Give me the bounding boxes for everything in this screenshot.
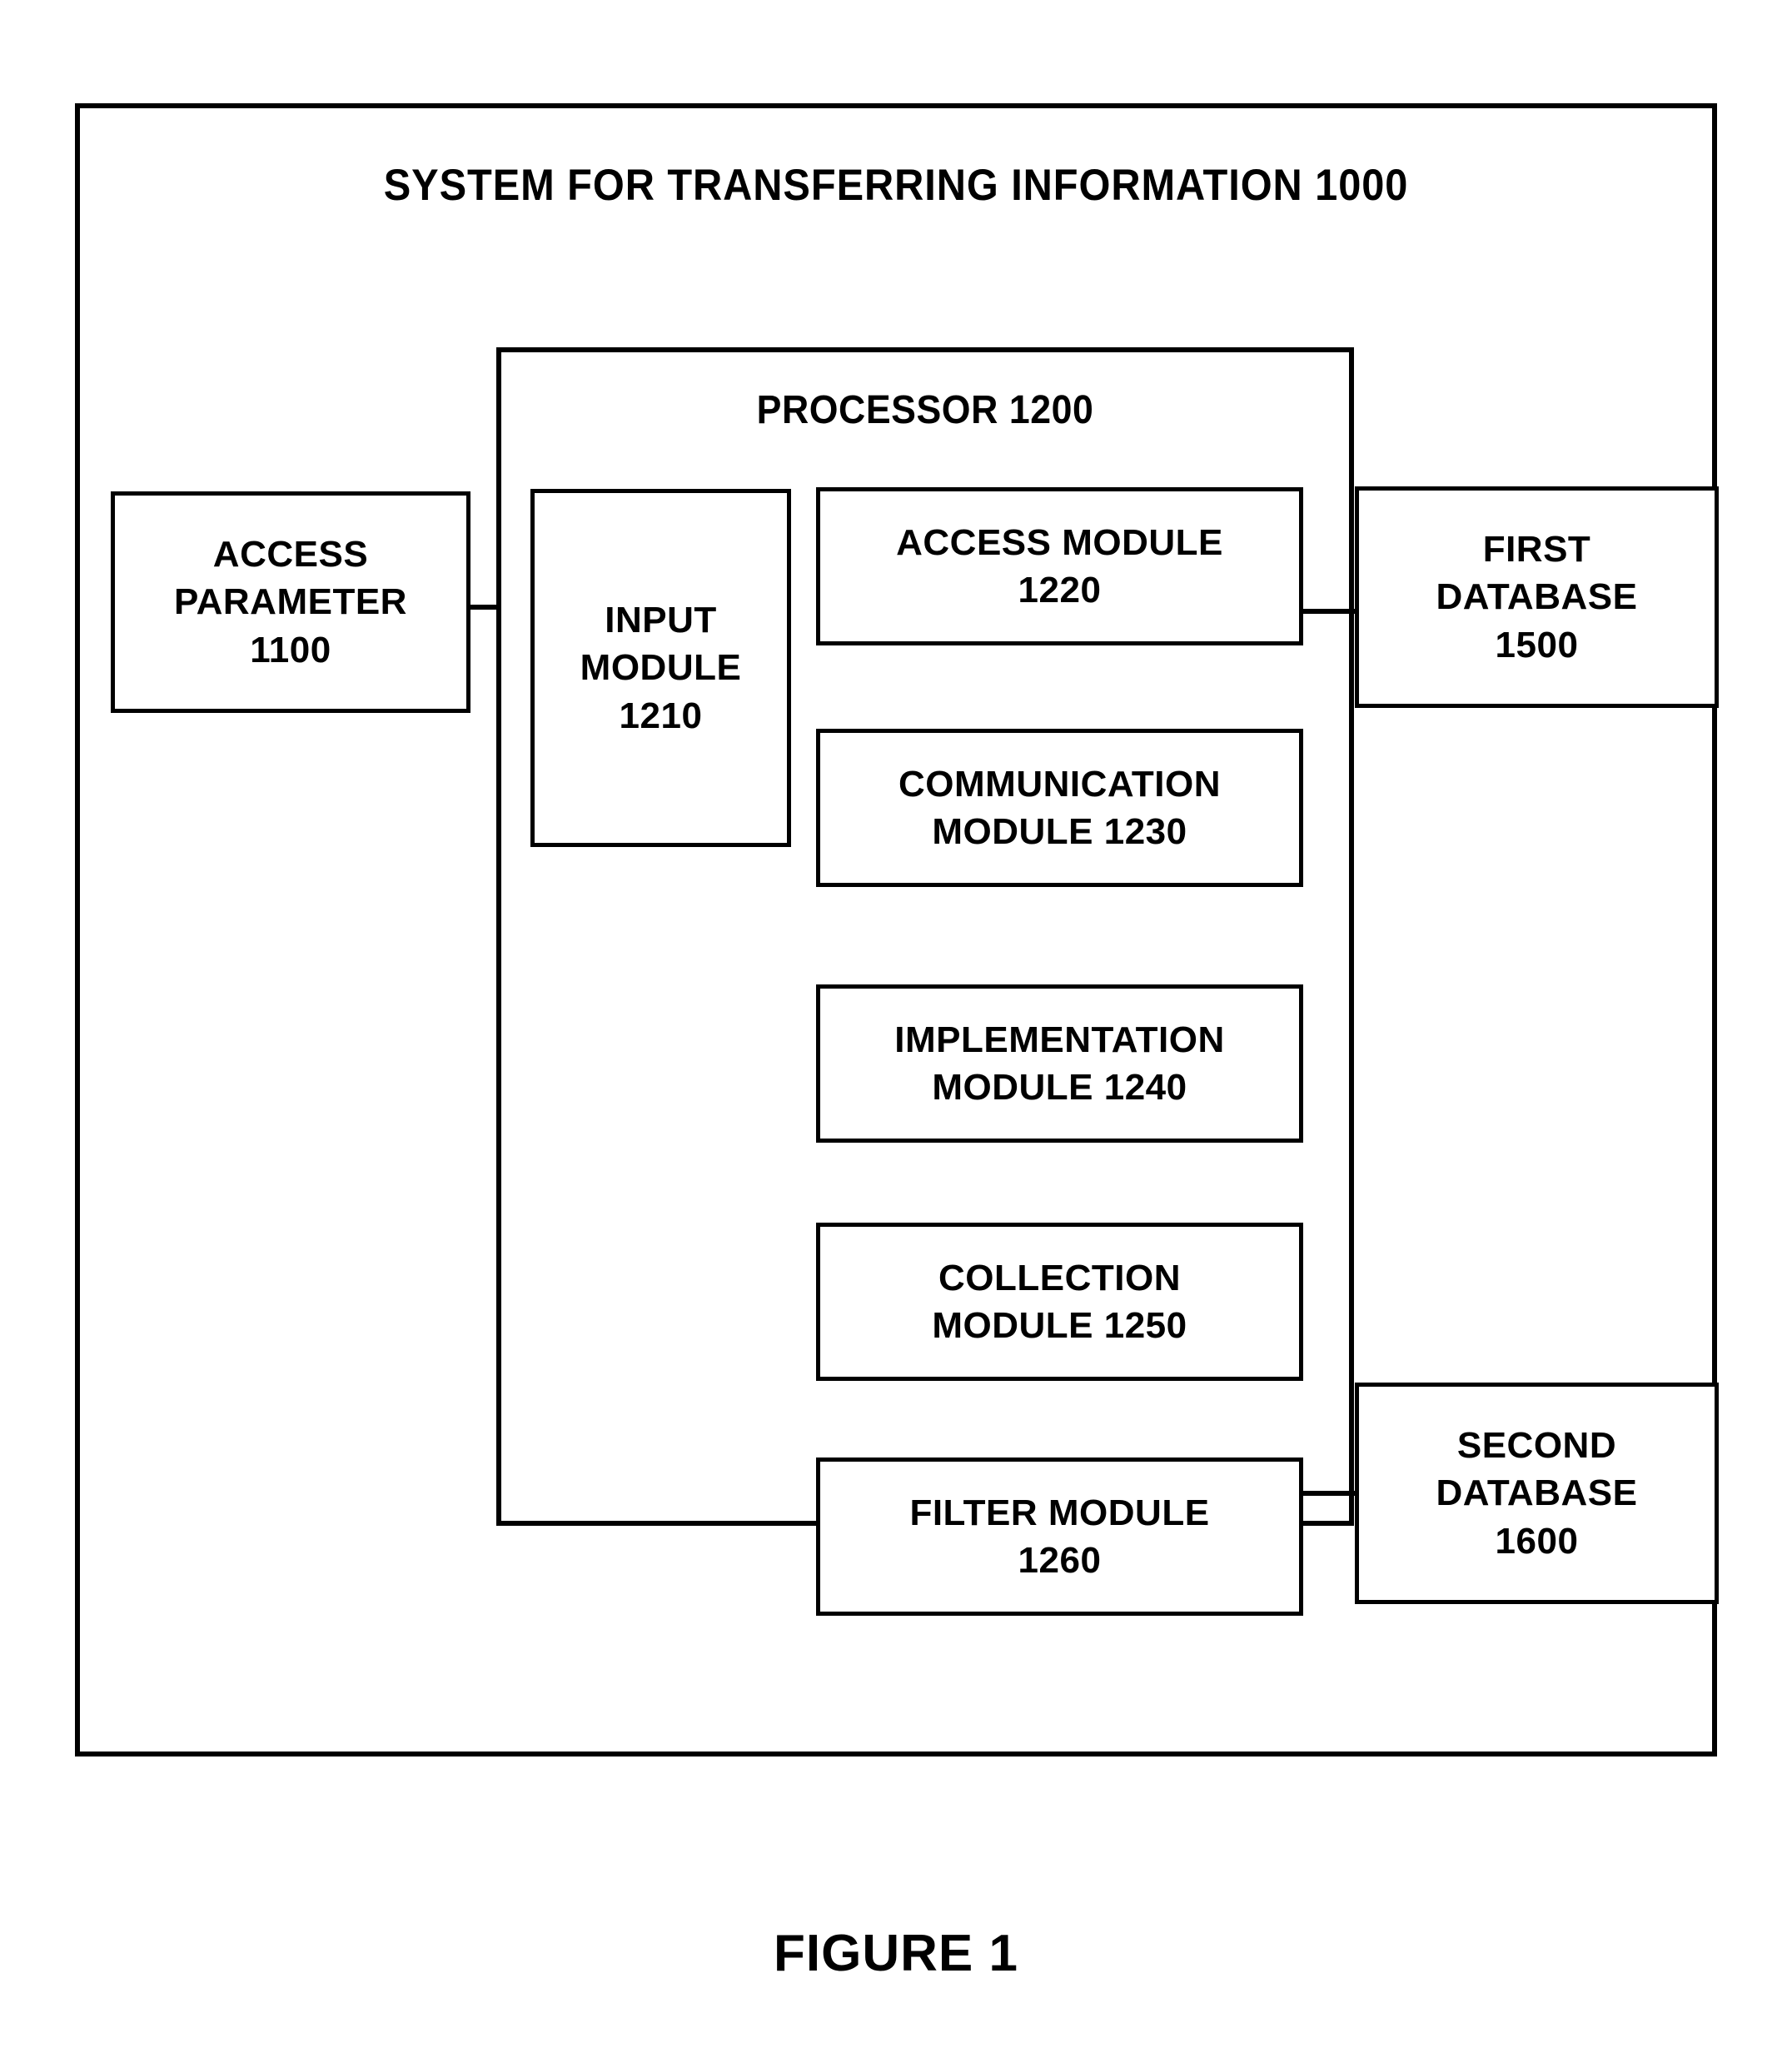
block-communication-module-1230: COMMUNICATION MODULE 1230 <box>816 729 1303 887</box>
block-access-module-label: ACCESS MODULE 1220 <box>896 521 1223 610</box>
block-filter-module-label: FILTER MODULE 1260 <box>909 1492 1210 1581</box>
block-access-parameter-1100: ACCESS PARAMETER 1100 <box>111 491 470 713</box>
block-first-database-1500: FIRST DATABASE 1500 <box>1355 486 1719 708</box>
figure-caption: FIGURE 1 <box>774 1925 1018 1982</box>
block-implementation-module-label: IMPLEMENTATION MODULE 1240 <box>894 1019 1225 1108</box>
connector-access-module-to-first-database <box>1300 609 1356 614</box>
system-title: SYSTEM FOR TRANSFERRING INFORMATION 1000 <box>383 161 1409 210</box>
block-communication-module-label: COMMUNICATION MODULE 1230 <box>898 763 1221 852</box>
connector-access-parameter-to-processor <box>466 605 501 610</box>
block-second-database-label: SECOND DATABASE 1600 <box>1436 1425 1638 1562</box>
block-input-module-1210: INPUT MODULE 1210 <box>530 489 791 847</box>
block-first-database-label: FIRST DATABASE 1500 <box>1436 529 1638 665</box>
block-filter-module-1260: FILTER MODULE 1260 <box>816 1458 1303 1616</box>
block-collection-module-label: COLLECTION MODULE 1250 <box>932 1257 1187 1346</box>
figure-page: SYSTEM FOR TRANSFERRING INFORMATION 1000… <box>0 0 1792 2048</box>
block-collection-module-1250: COLLECTION MODULE 1250 <box>816 1223 1303 1381</box>
block-second-database-1600: SECOND DATABASE 1600 <box>1355 1383 1719 1604</box>
block-access-module-1220: ACCESS MODULE 1220 <box>816 487 1303 645</box>
block-access-parameter-label: ACCESS PARAMETER 1100 <box>174 534 407 670</box>
block-input-module-label: INPUT MODULE 1210 <box>580 600 742 736</box>
processor-title: PROCESSOR 1200 <box>756 388 1094 432</box>
block-implementation-module-1240: IMPLEMENTATION MODULE 1240 <box>816 984 1303 1143</box>
connector-filter-module-to-second-database <box>1300 1491 1358 1496</box>
